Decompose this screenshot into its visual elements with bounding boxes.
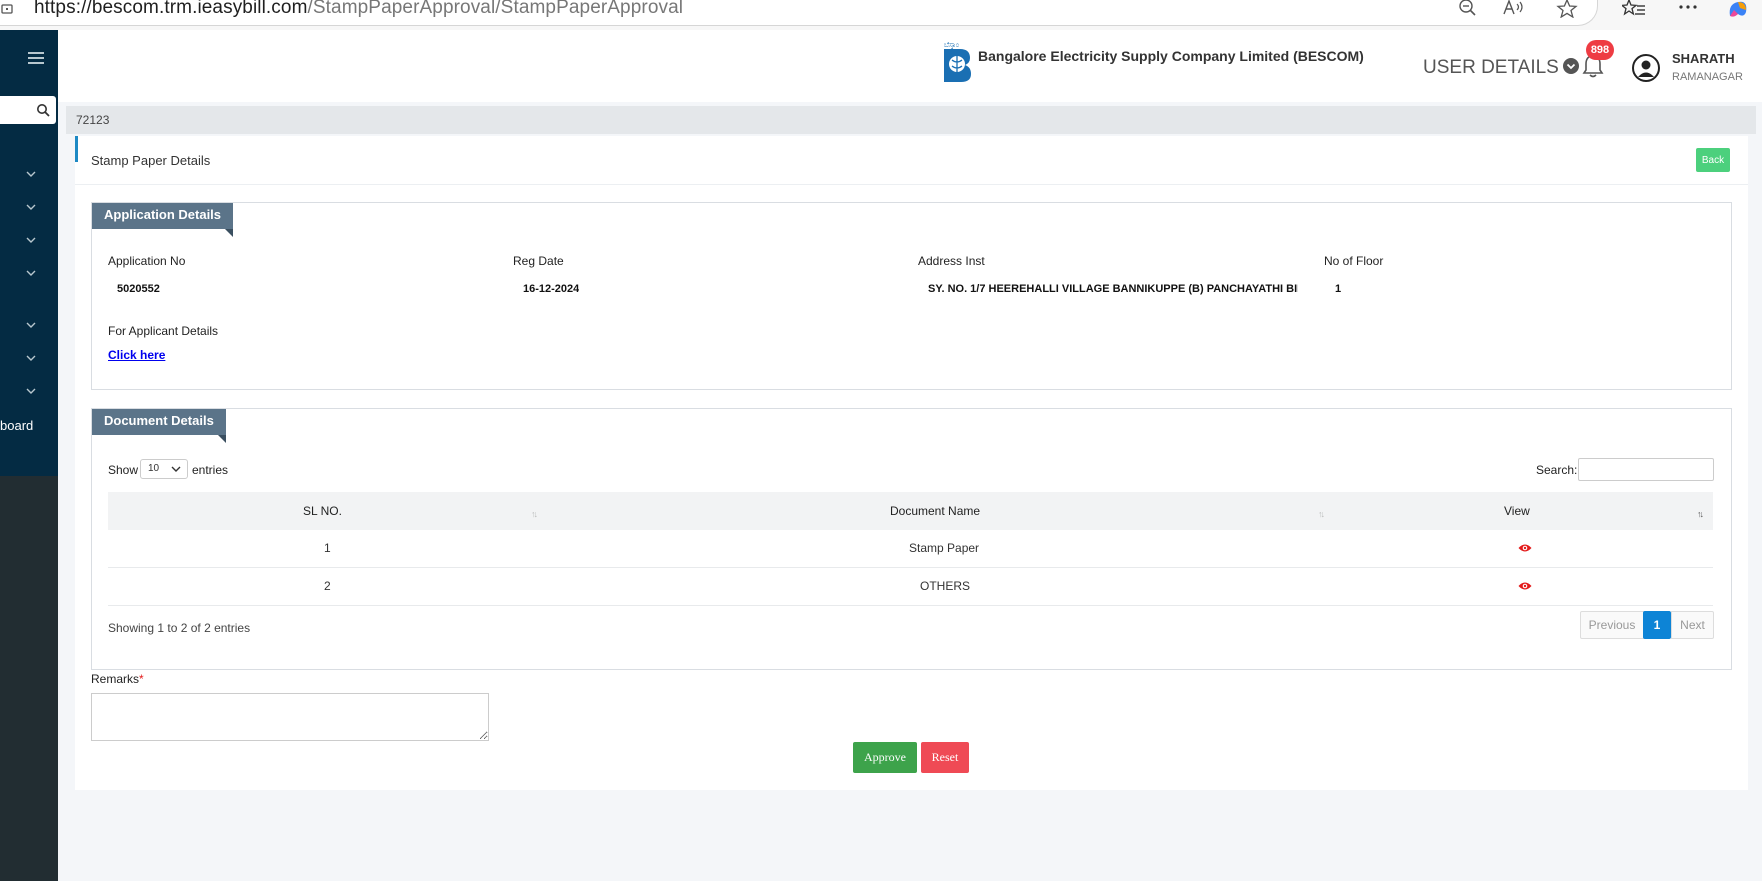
- no-of-floor-label: No of Floor: [1324, 254, 1384, 268]
- chevron-down-icon: [171, 466, 181, 472]
- required-mark: *: [139, 672, 144, 686]
- table-info: Showing 1 to 2 of 2 entries: [108, 621, 251, 635]
- more-options-icon[interactable]: [1676, 0, 1700, 18]
- pagination-next[interactable]: Next: [1671, 611, 1714, 639]
- sidebar-item-chevron-icon[interactable]: [25, 269, 37, 277]
- reg-date-label: Reg Date: [513, 254, 564, 268]
- favorite-star-icon[interactable]: [1555, 0, 1579, 18]
- bescom-logo: ಬೆಸ್ಕಾಂ: [940, 38, 974, 86]
- reset-button[interactable]: Reset: [921, 742, 969, 773]
- remarks-label: Remarks*: [91, 672, 144, 686]
- pagination-previous[interactable]: Previous: [1580, 611, 1644, 639]
- application-details-heading: Application Details: [92, 203, 234, 237]
- document-details-heading: Document Details: [92, 409, 226, 443]
- url-host: https://bescom.trm.ieasybill.com: [34, 0, 308, 18]
- view-eye-icon[interactable]: [1518, 543, 1532, 553]
- reg-date-value: 16-12-2024: [523, 283, 580, 295]
- table-cell-document-name: Stamp Paper: [909, 541, 980, 555]
- no-of-floor-value: 1: [1335, 283, 1342, 295]
- user-location: RAMANAGAR: [1672, 71, 1743, 83]
- search-icon[interactable]: [36, 103, 50, 117]
- entries-label: entries: [192, 463, 229, 477]
- application-no-value: 5020552: [117, 283, 160, 295]
- menu-toggle-icon[interactable]: [28, 52, 44, 66]
- column-header-document-name[interactable]: Document Name: [890, 504, 980, 518]
- row-divider: [108, 567, 1713, 568]
- applicant-details-label: For Applicant Details: [108, 324, 219, 338]
- sidebar-item-chevron-icon[interactable]: [25, 387, 37, 395]
- document-details-panel: [91, 408, 1732, 670]
- company-name: Bangalore Electricity Supply Company Lim…: [978, 48, 1364, 64]
- url-path: /StampPaperApproval/StampPaperApproval: [307, 0, 684, 18]
- table-search-input[interactable]: [1578, 458, 1714, 481]
- user-details-dropdown[interactable]: USER DETAILS: [1423, 57, 1579, 79]
- table-cell-document-name: OTHERS: [920, 579, 971, 593]
- breadcrumb: 72123: [66, 106, 1756, 134]
- approve-button[interactable]: Approve: [853, 742, 917, 773]
- url-text[interactable]: https://bescom.trm.ieasybill.com/StampPa…: [34, 0, 683, 19]
- column-header-view[interactable]: View: [1504, 504, 1530, 518]
- sidebar-item-chevron-icon[interactable]: [25, 170, 37, 178]
- application-details-panel: [91, 202, 1732, 390]
- remarks-label-text: Remarks: [91, 672, 140, 686]
- sidebar-item-chevron-icon[interactable]: [25, 236, 37, 244]
- sidebar-item-dashboard[interactable]: board: [0, 418, 33, 433]
- table-cell-sl: 2: [324, 579, 331, 593]
- column-header-sl-no[interactable]: SL NO.: [303, 504, 342, 518]
- address-bar[interactable]: https://bescom.trm.ieasybill.com/StampPa…: [0, 0, 1598, 26]
- chevron-down-circle-icon: [1562, 58, 1579, 75]
- address-inst-label: Address Inst: [918, 254, 985, 268]
- remarks-input[interactable]: [91, 693, 489, 741]
- pagination-page-1[interactable]: 1: [1643, 611, 1671, 639]
- row-divider: [108, 605, 1713, 606]
- applicant-details-link[interactable]: Click here: [108, 348, 165, 362]
- avatar[interactable]: [1632, 54, 1660, 82]
- page-size-select[interactable]: 10: [140, 459, 188, 479]
- read-aloud-icon[interactable]: [1502, 0, 1526, 18]
- page-size-value: 10: [148, 463, 160, 474]
- zoom-out-icon[interactable]: [1456, 0, 1480, 18]
- search-label: Search:: [1536, 463, 1578, 477]
- page-title: Stamp Paper Details: [91, 153, 211, 168]
- sort-icon[interactable]: ↑↓: [1318, 509, 1325, 519]
- table-cell-sl: 1: [324, 541, 331, 555]
- site-info-icon[interactable]: [1, 1, 14, 14]
- address-inst-value: SY. NO. 1/7 HEEREHALLI VILLAGE BANNIKUPP…: [928, 283, 1298, 295]
- copilot-icon[interactable]: [1726, 0, 1750, 18]
- card-divider: [75, 184, 1748, 185]
- sidebar-search-input[interactable]: [0, 96, 56, 124]
- view-eye-icon[interactable]: [1518, 581, 1532, 591]
- breadcrumb-text: 72123: [76, 113, 110, 127]
- user-details-label: USER DETAILS: [1423, 57, 1559, 78]
- card-accent: [75, 136, 78, 162]
- sort-desc-icon[interactable]: ↑↓: [1697, 509, 1704, 519]
- application-no-label: Application No: [108, 254, 186, 268]
- back-button[interactable]: Back: [1696, 148, 1730, 172]
- user-name: SHARATH: [1672, 51, 1735, 66]
- sidebar-item-chevron-icon[interactable]: [25, 203, 37, 211]
- sort-icon[interactable]: ↑↓: [531, 509, 538, 519]
- browser-toolbar: https://bescom.trm.ieasybill.com/StampPa…: [0, 0, 1762, 30]
- show-label: Show: [108, 463, 139, 477]
- notification-badge[interactable]: 898: [1586, 40, 1614, 60]
- sidebar-item-chevron-icon[interactable]: [25, 321, 37, 329]
- favorites-list-icon[interactable]: [1622, 0, 1646, 18]
- sidebar-item-chevron-icon[interactable]: [25, 354, 37, 362]
